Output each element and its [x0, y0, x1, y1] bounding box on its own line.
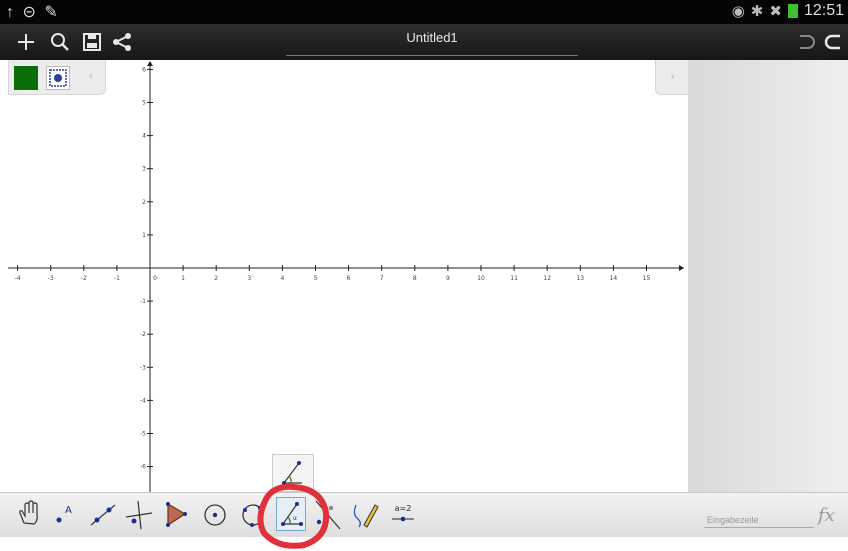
clock: 12:51 — [803, 2, 844, 19]
plus-icon[interactable] — [14, 30, 38, 54]
x-tick-label: 9 — [446, 275, 450, 282]
search-icon[interactable] — [48, 30, 72, 54]
redo-icon[interactable] — [822, 30, 846, 54]
y-tick-label: -6 — [140, 464, 146, 471]
coordinate-grid[interactable]: -4 -3 -2 -1 0 1 2 3 4 5 6 7 8 9 10 11 12 13 14 15 654321-1-… — [0, 60, 688, 492]
status-right-icons: ◉ ✱ ✖ 12:51 — [732, 2, 844, 20]
x-tick-label: 6 — [347, 275, 351, 282]
title-underline — [286, 55, 578, 56]
pencil-icon: ✎ — [44, 4, 60, 21]
point-style-icon — [49, 69, 67, 87]
circle-tool[interactable] — [200, 497, 230, 531]
bluetooth-icon: ✱ — [750, 3, 764, 20]
x-tick-label: 0 — [153, 275, 157, 282]
x-tick-label: 7 — [380, 275, 384, 282]
y-tick-label: -3 — [140, 364, 146, 371]
y-tick-label: -2 — [140, 331, 146, 338]
slider-tool[interactable]: a=2 — [388, 497, 418, 531]
slider-label: a=2 — [395, 504, 412, 513]
x-axis-arrow — [679, 265, 684, 271]
hand-icon — [19, 500, 38, 525]
polygon-icon — [166, 502, 187, 527]
point-a-icon: A — [56, 505, 72, 523]
polygon-tool[interactable] — [160, 497, 190, 531]
x-tick-label: 3 — [247, 275, 251, 282]
save-icon[interactable] — [80, 30, 104, 54]
algebra-toggle-button[interactable]: › — [655, 60, 690, 95]
annotation-ring — [257, 483, 330, 549]
y-tick-label: 1 — [142, 232, 146, 239]
algebra-view — [688, 60, 848, 492]
x-tick-label: -4 — [15, 275, 21, 282]
freehand-tool[interactable] — [350, 497, 380, 531]
document-title[interactable]: Untitled1 — [286, 30, 578, 45]
y-tick-label: 6 — [142, 66, 146, 73]
x-tick-label: -2 — [81, 275, 87, 282]
chevron-left-icon[interactable]: ‹ — [89, 70, 93, 82]
y-tick-label: -4 — [140, 397, 146, 404]
y-axis-arrow — [147, 61, 153, 66]
x-tick-label: 5 — [314, 275, 318, 282]
color-swatch-button[interactable] — [14, 66, 38, 90]
y-tick-label: 4 — [142, 133, 146, 140]
slider-icon: a=2 — [392, 504, 414, 522]
x-tick-label: 12 — [543, 275, 551, 282]
eye-icon: ◉ — [731, 3, 745, 20]
app-toolbar: Untitled1 — [0, 24, 848, 60]
x-tick-label: 13 — [576, 275, 584, 282]
x-tick-label: 15 — [643, 275, 651, 282]
point-tool[interactable]: A — [50, 497, 80, 531]
move-tool[interactable] — [14, 497, 44, 531]
line-icon — [90, 504, 116, 526]
style-bar: ‹ — [8, 60, 106, 95]
x-tick-label: 4 — [280, 275, 284, 282]
line-tool[interactable] — [88, 497, 118, 531]
y-tick-label: -1 — [140, 298, 146, 305]
x-tick-label: 10 — [477, 275, 485, 282]
graphics-view[interactable]: -4 -3 -2 -1 0 1 2 3 4 5 6 7 8 9 10 11 12 13 14 15 6 5 4 3 2 1 -1-… — [0, 60, 688, 492]
no-signal-icon: ✖ — [769, 3, 782, 20]
perpendicular-tool[interactable] — [124, 497, 154, 531]
x-tick-label: 14 — [610, 275, 618, 282]
fx-button[interactable]: fx — [818, 505, 835, 526]
y-tick-label: 2 — [142, 199, 146, 206]
input-bar-underline — [704, 527, 814, 528]
battery-icon — [787, 4, 798, 18]
perpendicular-icon — [125, 500, 153, 530]
upload-icon: ↑ — [6, 4, 16, 21]
status-left-icons: ↑ ⊝ ✎ — [6, 2, 60, 22]
share-icon[interactable] — [110, 30, 134, 54]
point-style-button[interactable] — [46, 66, 70, 90]
minus-circle-icon: ⊝ — [22, 4, 38, 21]
chevron-right-icon: › — [670, 71, 675, 83]
pen-icon — [353, 504, 379, 528]
input-bar-placeholder[interactable]: Eingabezeile — [707, 515, 759, 525]
x-tick-label: 11 — [510, 275, 518, 282]
svg-text:A: A — [65, 505, 72, 516]
x-tick-label: -1 — [114, 275, 120, 282]
x-tick-label: 1 — [181, 275, 185, 282]
x-tick-label: 2 — [214, 275, 218, 282]
undo-icon[interactable] — [792, 30, 816, 54]
x-tick-label: 8 — [413, 275, 417, 282]
y-tick-label: 3 — [142, 166, 146, 173]
circle-icon — [204, 504, 226, 526]
x-tick-label: -3 — [48, 275, 54, 282]
y-tick-label: -5 — [140, 431, 146, 438]
y-tick-label: 5 — [142, 100, 146, 107]
status-bar: ↑ ⊝ ✎ ◉ ✱ ✖ 12:51 — [0, 0, 848, 24]
